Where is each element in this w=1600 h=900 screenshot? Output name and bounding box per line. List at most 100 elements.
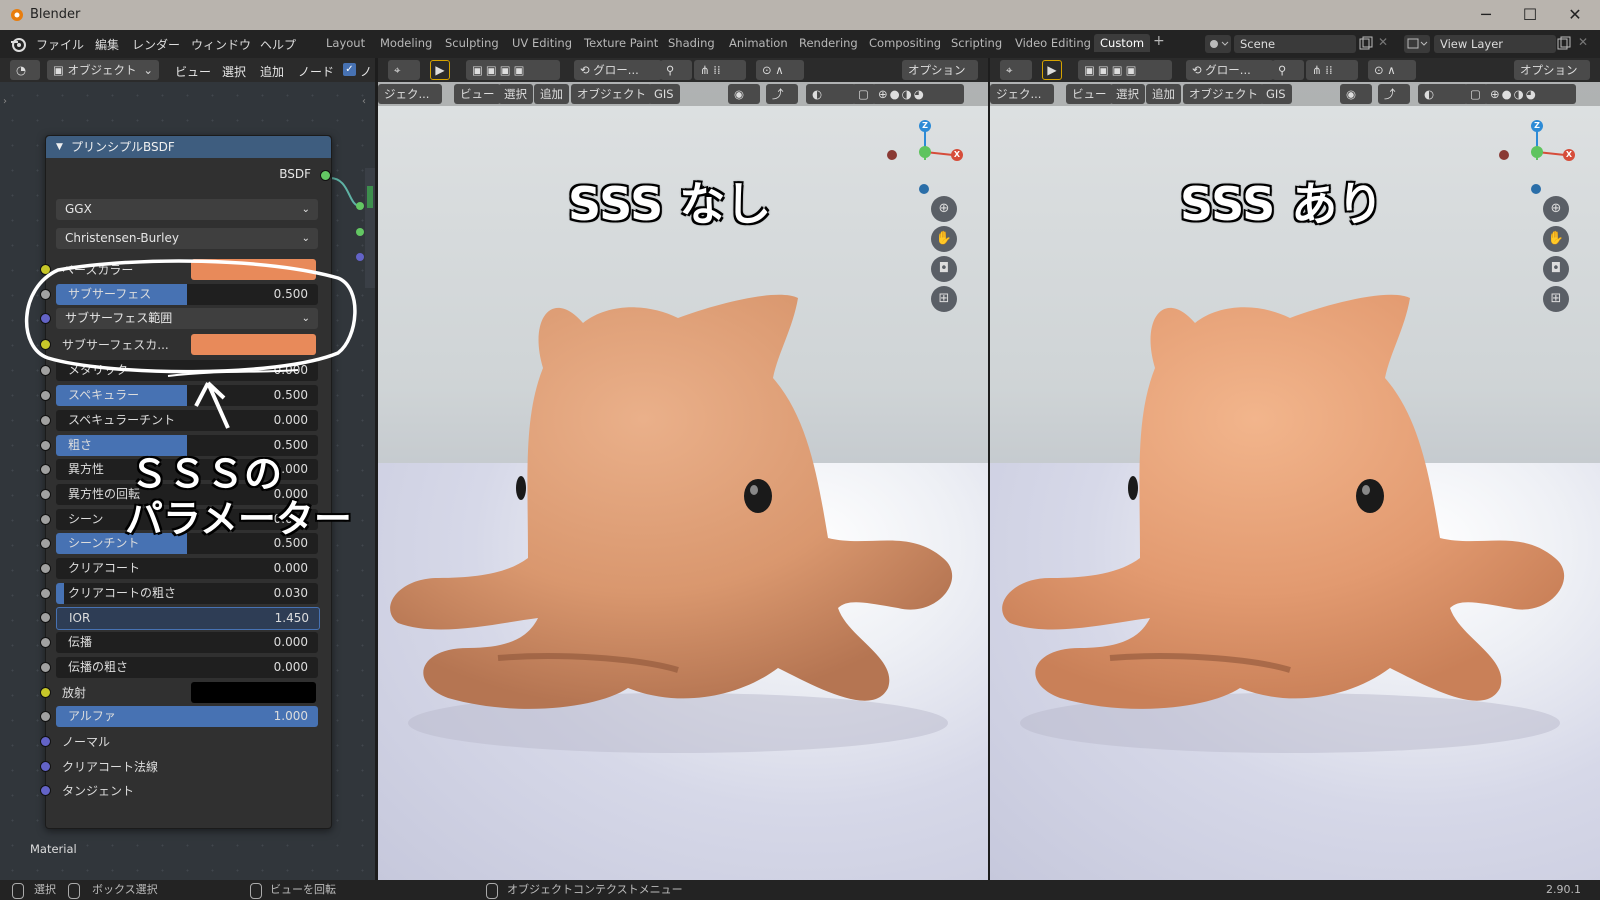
snap-icon[interactable]: ⋔ ⁞⁞ bbox=[1306, 60, 1358, 80]
input-18-socket[interactable] bbox=[40, 711, 51, 723]
gizmo-toggle-icon[interactable]: ⤴ bbox=[766, 84, 798, 104]
editor-type-icon[interactable]: ⌖ bbox=[388, 60, 420, 80]
menu-render[interactable]: レンダー bbox=[132, 36, 180, 53]
menu-file[interactable]: ファイル bbox=[36, 36, 84, 53]
copy-view-layer-icon[interactable] bbox=[1556, 35, 1572, 53]
pivot-icon[interactable]: ⚲ bbox=[660, 60, 692, 80]
use-nodes-checkbox[interactable]: ✓ bbox=[343, 63, 356, 76]
input-20-socket[interactable] bbox=[40, 760, 51, 772]
gizmo-neg-z-icon[interactable] bbox=[919, 184, 929, 194]
input-11-socket[interactable] bbox=[40, 538, 51, 550]
input-19-socket[interactable] bbox=[40, 735, 51, 747]
pan-hand-icon[interactable]: ✋ bbox=[1543, 226, 1569, 252]
gizmo-neg-z-icon[interactable] bbox=[1531, 184, 1541, 194]
overlay-toggle-icon[interactable]: ◐ bbox=[1418, 84, 1468, 104]
view-layer-icon[interactable] bbox=[1404, 35, 1430, 53]
close-button[interactable]: ✕ bbox=[1555, 4, 1595, 26]
options-dropdown[interactable]: オプション bbox=[1514, 60, 1590, 80]
tab-animation[interactable]: Animation bbox=[729, 36, 788, 50]
tab-scripting[interactable]: Scripting bbox=[951, 36, 1002, 50]
navigation-gizmo[interactable]: ZX bbox=[878, 118, 968, 198]
remove-scene-icon[interactable]: ✕ bbox=[1378, 35, 1392, 53]
remove-view-layer-icon[interactable]: ✕ bbox=[1578, 35, 1592, 53]
transform-orientation-dropdown[interactable]: ⟲ グロー... bbox=[574, 60, 662, 80]
gizmo-x-axis-icon[interactable]: X bbox=[1563, 149, 1575, 161]
overlay-toggle-icon[interactable]: ◐ bbox=[806, 84, 856, 104]
scene-selector-icon[interactable] bbox=[1205, 35, 1231, 53]
object-mode-dropdown[interactable]: ジェク... bbox=[378, 84, 442, 104]
gizmo-toggle-icon[interactable]: ⤴ bbox=[1378, 84, 1410, 104]
menu-select[interactable]: 選択 bbox=[222, 63, 246, 80]
visibility-icon[interactable]: ◉ bbox=[1340, 84, 1372, 104]
menu-window[interactable]: ウィンドウ bbox=[191, 36, 251, 53]
menu-view[interactable]: ビュー bbox=[454, 84, 501, 104]
menu-object[interactable]: オブジェクト bbox=[1183, 84, 1264, 104]
tab-layout[interactable]: Layout bbox=[326, 36, 365, 50]
node-editor[interactable]: ◔ ▣ オブジェクト ⌄ ビュー 選択 追加 ノード ✓ ノ › ‹ ▼ プリン… bbox=[0, 58, 375, 880]
navigation-gizmo[interactable]: ZX bbox=[1490, 118, 1580, 198]
editor-type-icon[interactable]: ⌖ bbox=[1000, 60, 1032, 80]
maximize-button[interactable]: ☐ bbox=[1510, 4, 1550, 26]
tab-shading[interactable]: Shading bbox=[668, 36, 715, 50]
node-header[interactable]: ▼ プリンシプルBSDF bbox=[46, 136, 331, 158]
gizmo-neg-x-icon[interactable] bbox=[887, 150, 897, 160]
expand-toolbar-icon[interactable]: › bbox=[3, 96, 7, 107]
menu-view[interactable]: ビュー bbox=[175, 63, 211, 80]
menu-view[interactable]: ビュー bbox=[1066, 84, 1113, 104]
proportional-edit-icon[interactable]: ⊙ ∧ bbox=[1368, 60, 1416, 80]
bsdf-output-socket[interactable] bbox=[320, 170, 331, 181]
zoom-icon[interactable]: ⊕ bbox=[931, 196, 957, 222]
input-13-slider[interactable]: クリアコートの粗さ 0.030 bbox=[56, 582, 318, 604]
tab-compositing[interactable]: Compositing bbox=[869, 36, 941, 50]
input-16-socket[interactable] bbox=[40, 661, 51, 673]
menu-select[interactable]: 選択 bbox=[498, 84, 533, 104]
menu-node[interactable]: ノード bbox=[298, 63, 334, 80]
pivot-icon[interactable]: ⚲ bbox=[1272, 60, 1304, 80]
menu-add[interactable]: 追加 bbox=[534, 84, 569, 104]
tab-custom[interactable]: Custom bbox=[1094, 34, 1151, 52]
selection-mode-buttons[interactable]: ▣▣▣▣ bbox=[1078, 60, 1172, 80]
gizmo-x-axis-icon[interactable]: X bbox=[951, 149, 963, 161]
viewport-right[interactable]: ⌖ ▶ ▣▣▣▣ ⟲ グロー... ⚲ ⋔ ⁞⁞ ⊙ ∧ オプションジェク... ビュー 選択 追加… bbox=[990, 58, 1600, 880]
input-12-slider[interactable]: クリアコート 0.000 bbox=[56, 558, 318, 579]
options-dropdown[interactable]: オプション bbox=[902, 60, 978, 80]
distribution-dropdown[interactable]: GGX ⌄ bbox=[56, 199, 318, 220]
subsurface-method-dropdown[interactable]: Christensen-Burley ⌄ bbox=[56, 228, 318, 249]
shading-mode-buttons[interactable]: ⊕●◑◕ bbox=[872, 84, 964, 104]
input-15-socket[interactable] bbox=[40, 637, 51, 649]
viewport-left[interactable]: ⌖ ▶ ▣▣▣▣ ⟲ グロー... ⚲ ⋔ ⁞⁞ ⊙ ∧ オプション ジェク... ビュー 選択 追加… bbox=[378, 58, 988, 880]
input-10-socket[interactable] bbox=[40, 513, 51, 525]
object-mode-dropdown[interactable]: ジェク... bbox=[990, 84, 1054, 104]
input-17-socket[interactable] bbox=[40, 686, 51, 698]
zoom-icon[interactable]: ⊕ bbox=[1543, 196, 1569, 222]
gizmo-y-axis-icon[interactable] bbox=[919, 146, 931, 158]
gizmo-y-axis-icon[interactable] bbox=[1531, 146, 1543, 158]
menu-gis[interactable]: GIS bbox=[648, 84, 680, 104]
blender-menu-icon[interactable] bbox=[10, 36, 26, 52]
gizmo-z-axis-icon[interactable]: Z bbox=[1531, 120, 1543, 132]
view-layer-field[interactable]: View Layer bbox=[1434, 35, 1556, 53]
menu-help[interactable]: ヘルプ bbox=[260, 36, 296, 53]
tab-video-editing[interactable]: Video Editing bbox=[1015, 36, 1091, 50]
input-16-slider[interactable]: 伝播の粗さ 0.000 bbox=[56, 656, 318, 678]
input-17-color-swatch[interactable] bbox=[191, 681, 316, 703]
object-type-dropdown[interactable]: ▣ オブジェクト ⌄ bbox=[47, 60, 159, 80]
gizmo-neg-x-icon[interactable] bbox=[1499, 150, 1509, 160]
pan-hand-icon[interactable]: ✋ bbox=[931, 226, 957, 252]
visibility-icon[interactable]: ◉ bbox=[728, 84, 760, 104]
gizmo-z-axis-icon[interactable]: Z bbox=[919, 120, 931, 132]
collapse-sidebar-icon[interactable]: ‹ bbox=[362, 96, 366, 107]
menu-select[interactable]: 選択 bbox=[1110, 84, 1145, 104]
menu-edit[interactable]: 編集 bbox=[95, 36, 119, 53]
select-tool-icon[interactable]: ▶ bbox=[430, 60, 450, 80]
input-15-slider[interactable]: 伝播 0.000 bbox=[56, 632, 318, 654]
selection-mode-buttons[interactable]: ▣▣▣▣ bbox=[466, 60, 560, 80]
tab-sculpting[interactable]: Sculpting bbox=[445, 36, 499, 50]
input-13-socket[interactable] bbox=[40, 587, 51, 599]
transform-orientation-dropdown[interactable]: ⟲ グロー... bbox=[1186, 60, 1274, 80]
select-tool-icon[interactable]: ▶ bbox=[1042, 60, 1062, 80]
scene-name-field[interactable]: Scene bbox=[1234, 35, 1356, 53]
snap-icon[interactable]: ⋔ ⁞⁞ bbox=[694, 60, 746, 80]
menu-add[interactable]: 追加 bbox=[1146, 84, 1181, 104]
menu-add[interactable]: 追加 bbox=[260, 63, 284, 80]
